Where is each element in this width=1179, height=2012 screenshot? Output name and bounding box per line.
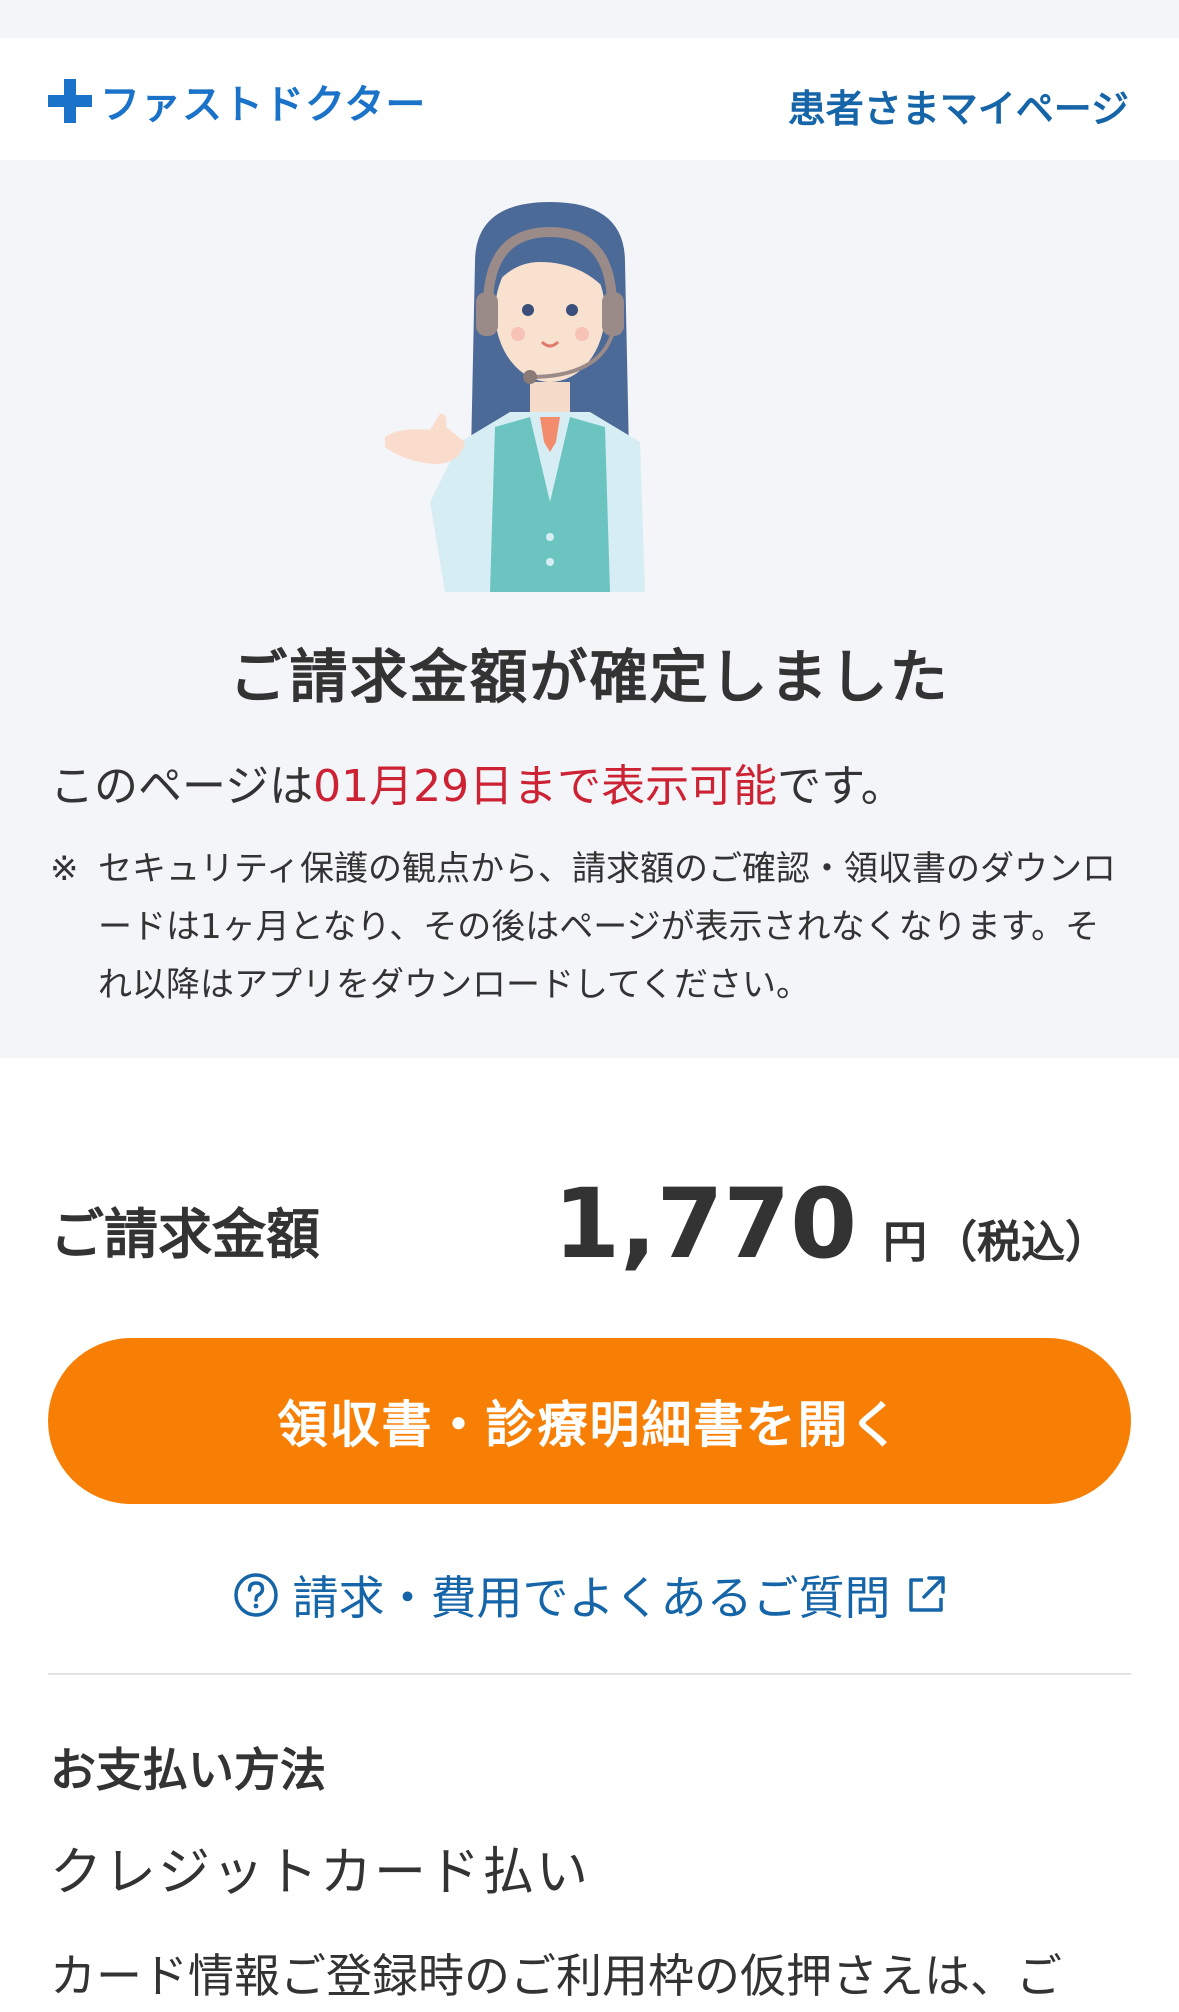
billing-amount-label: ご請求金額 (50, 1203, 320, 1266)
billing-tax-note: （税込） (933, 1217, 1109, 1268)
billing-amount-value: 1,770 (553, 1168, 857, 1280)
display-deadline: 01月29日まで表示可能 (313, 761, 778, 812)
plus-cross-icon (46, 77, 94, 125)
display-note-suffix: です。 (777, 761, 905, 812)
notice-text: セキュリティ保護の観点から、請求額のご確認・領収書のダウンロードは1ヶ月となり、… (98, 849, 1116, 1005)
logo[interactable]: ファストドクター (46, 76, 426, 128)
billing-faq-link[interactable]: 請求・費用でよくあるご質問 (0, 1562, 1179, 1628)
patient-mypage-link[interactable]: 患者さまマイページ (788, 78, 1129, 133)
section-divider (48, 1673, 1131, 1675)
payment-method-value: クレジットカード払い (50, 1843, 591, 1903)
site-header: ファストドクター 患者さまマイページ (0, 38, 1179, 160)
operator-headset-illustration (385, 202, 645, 592)
confirmation-hero: ご請求金額が確定しました このページは01月29日まで表示可能です。 ※ セキュ… (0, 160, 1179, 1058)
question-circle-icon (233, 1573, 278, 1617)
open-receipt-button[interactable]: 領収書・診療明細書を開く (48, 1338, 1131, 1504)
payment-method-heading: お支払い方法 (50, 1743, 326, 1797)
external-link-icon (908, 1576, 945, 1612)
logo-text: ファストドクター (100, 82, 427, 128)
status-bar-area (0, 0, 1179, 38)
security-notice: ※ セキュリティ保護の観点から、請求額のご確認・領収書のダウンロードは1ヶ月とな… (50, 840, 1130, 1014)
display-period-note: このページは01月29日まで表示可能です。 (50, 750, 1130, 814)
confirmation-title: ご請求金額が確定しました (229, 643, 950, 711)
notice-mark: ※ (50, 849, 79, 889)
payment-description: カード情報ご登録時のご利用枠の仮押さえは、ご (50, 1949, 1062, 2003)
billing-amount-unit: 円 (883, 1217, 927, 1268)
display-note-prefix: このページは (50, 761, 314, 812)
faq-link-label: 請求・費用でよくあるご質問 (292, 1571, 891, 1625)
billing-amount: 1,770 円 （税込） (553, 1168, 1109, 1280)
